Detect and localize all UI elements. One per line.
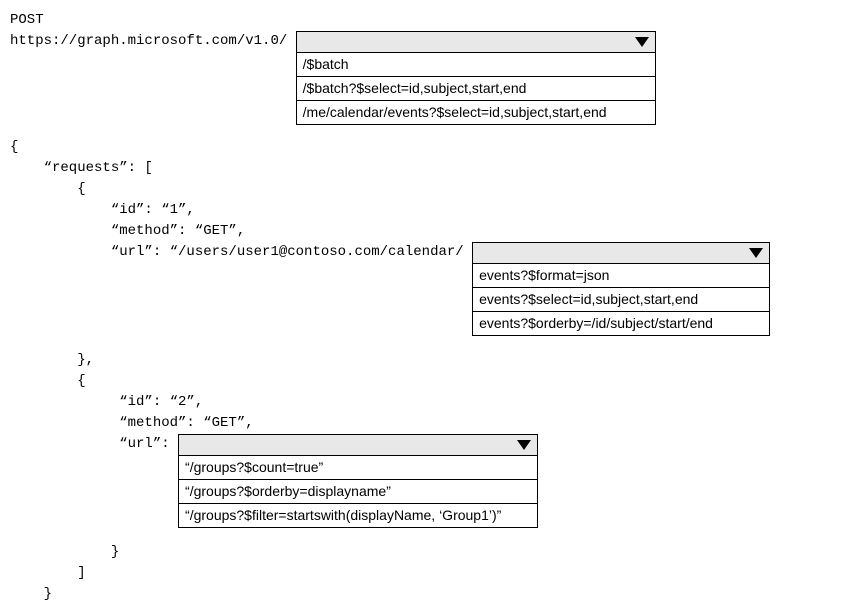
chevron-down-icon	[749, 248, 763, 258]
dropdown-options: “/groups?$count=true” “/groups?$orderby=…	[178, 456, 538, 528]
json-item-open: {	[10, 371, 847, 392]
dropdown-option[interactable]: “/groups?$filter=startswith(displayName,…	[179, 503, 537, 527]
json-requests-key: “requests”: [	[10, 158, 847, 179]
dropdown-select-bar[interactable]	[178, 434, 538, 456]
json-item-close: }	[10, 542, 847, 563]
endpoint-dropdown[interactable]: /$batch /$batch?$select=id,subject,start…	[296, 31, 656, 125]
json-item-open: {	[10, 179, 847, 200]
chevron-down-icon	[635, 37, 649, 47]
json-open-brace: {	[10, 137, 847, 158]
endpoint-row: https://graph.microsoft.com/v1.0/ /$batc…	[10, 31, 847, 125]
dropdown-option[interactable]: /me/calendar/events?$select=id,subject,s…	[297, 100, 655, 124]
req1-url-dropdown[interactable]: events?$format=json events?$select=id,su…	[472, 242, 770, 336]
spacer	[464, 242, 472, 263]
dropdown-option[interactable]: events?$format=json	[473, 264, 769, 287]
dropdown-option[interactable]: events?$select=id,subject,start,end	[473, 287, 769, 311]
json-req2-id: “id”: “2”,	[10, 392, 847, 413]
json-req1-id: “id”: “1”,	[10, 200, 847, 221]
chevron-down-icon	[517, 440, 531, 450]
http-method: POST	[10, 10, 847, 31]
dropdown-options: /$batch /$batch?$select=id,subject,start…	[296, 53, 656, 125]
json-req2-method: “method”: “GET”,	[10, 413, 847, 434]
dropdown-select-bar[interactable]	[472, 242, 770, 264]
json-item-close-comma: },	[10, 350, 847, 371]
spacer	[287, 31, 295, 52]
json-array-close: ]	[10, 563, 847, 584]
json-close-brace: }	[10, 584, 847, 605]
dropdown-option[interactable]: /$batch	[297, 53, 655, 76]
dropdown-option[interactable]: /$batch?$select=id,subject,start,end	[297, 76, 655, 100]
json-req1-method: “method”: “GET”,	[10, 221, 847, 242]
req2-url-row: “url”: “/groups?$count=true” “/groups?$o…	[10, 434, 847, 528]
dropdown-options: events?$format=json events?$select=id,su…	[472, 264, 770, 336]
req1-url-prefix: “url”: “/users/user1@contoso.com/calenda…	[10, 242, 464, 263]
dropdown-select-bar[interactable]	[296, 31, 656, 53]
dropdown-option[interactable]: “/groups?$orderby=displayname”	[179, 479, 537, 503]
req2-url-dropdown[interactable]: “/groups?$count=true” “/groups?$orderby=…	[178, 434, 538, 528]
req2-url-prefix: “url”:	[10, 434, 178, 455]
base-url-text: https://graph.microsoft.com/v1.0/	[10, 31, 287, 52]
req1-url-row: “url”: “/users/user1@contoso.com/calenda…	[10, 242, 847, 336]
dropdown-option[interactable]: events?$orderby=/id/subject/start/end	[473, 311, 769, 335]
dropdown-option[interactable]: “/groups?$count=true”	[179, 456, 537, 479]
